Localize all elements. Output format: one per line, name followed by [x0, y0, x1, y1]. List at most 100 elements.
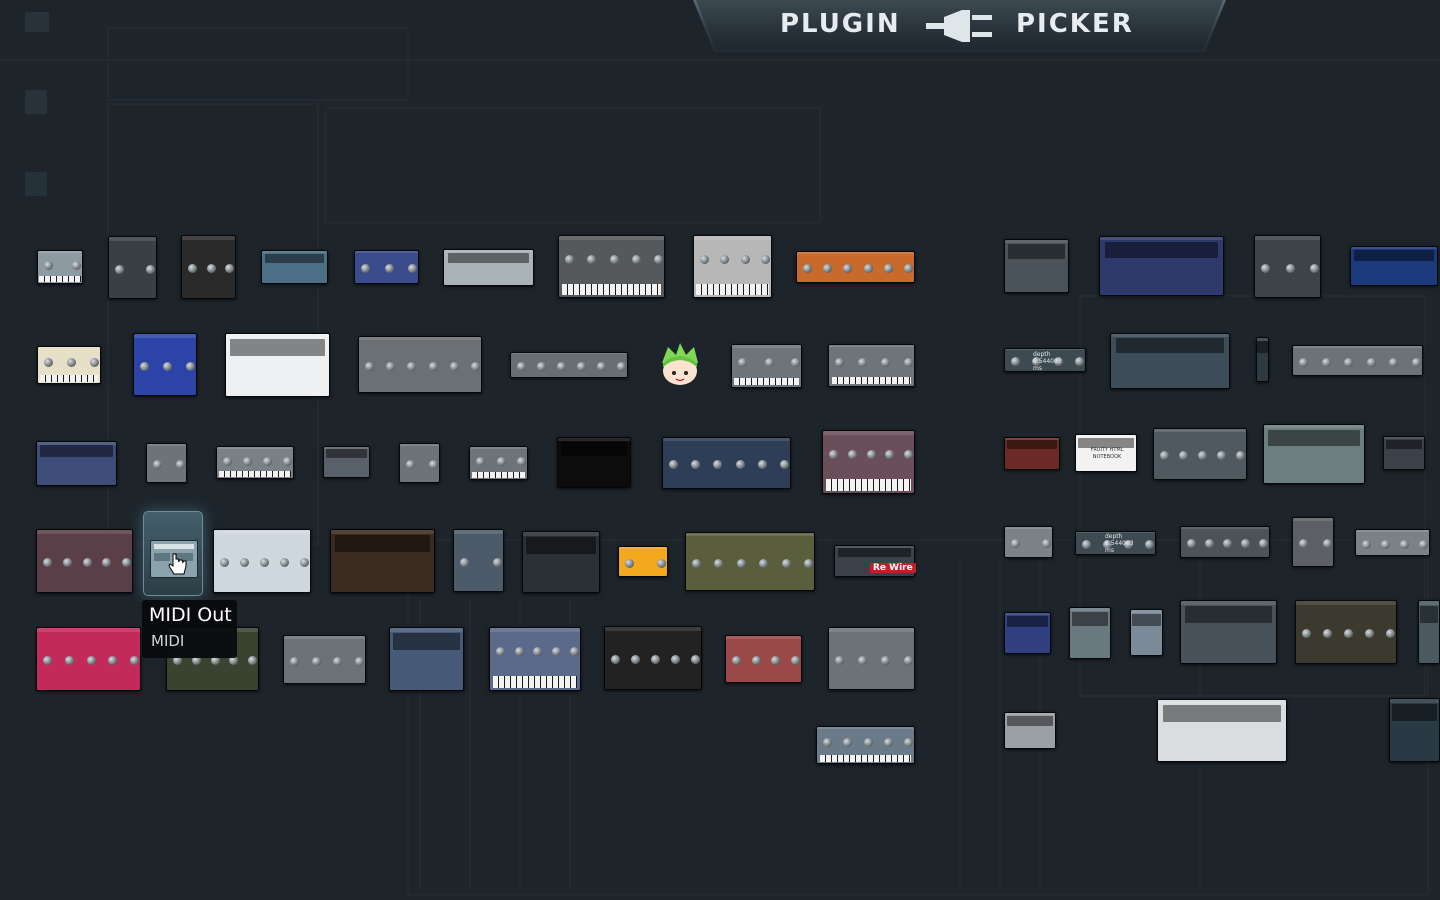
plugin-thumbnail[interactable]: [225, 333, 330, 397]
thumbnail-title-bar: [390, 628, 463, 632]
thumbnail-display: [526, 536, 596, 554]
plugin-thumbnail[interactable]: [108, 236, 157, 299]
knob-icon: [736, 558, 746, 568]
knob-icon: [1366, 357, 1376, 367]
knob-icon: [700, 254, 709, 264]
plugin-thumbnail[interactable]: [1383, 436, 1425, 470]
plugin-thumbnail[interactable]: [36, 441, 117, 486]
plugin-thumbnail[interactable]: [1295, 600, 1397, 664]
plugin-thumbnail[interactable]: [146, 443, 187, 483]
thumbnail-display: [1419, 605, 1439, 624]
plugin-thumbnail[interactable]: [1110, 333, 1230, 389]
plugin-thumbnail[interactable]: [693, 235, 772, 298]
plugin-thumbnail[interactable]: [1153, 428, 1247, 480]
plugin-thumbnail[interactable]: [828, 344, 915, 387]
plugin-thumbnail[interactable]: [1157, 699, 1287, 762]
thumbnail-title-bar: [559, 236, 664, 240]
plugin-thumbnail[interactable]: [283, 635, 366, 684]
knob-icon: [220, 558, 229, 567]
plugin-thumbnail[interactable]: [1263, 424, 1365, 484]
plugin-thumbnail[interactable]: [1292, 345, 1423, 376]
plugin-thumbnail[interactable]: [685, 532, 815, 591]
plugin-thumbnail[interactable]: [36, 529, 133, 593]
plugin-thumbnail[interactable]: [662, 437, 791, 489]
plugin-thumbnail[interactable]: [510, 352, 628, 378]
plugin-thumbnail[interactable]: [261, 250, 328, 284]
plugin-thumbnail[interactable]: [1004, 526, 1053, 558]
plugin-thumbnail[interactable]: [37, 250, 83, 284]
knob-icon: [140, 361, 149, 371]
plugin-thumbnail[interactable]: [181, 235, 236, 299]
plugin-thumbnail[interactable]: [133, 333, 197, 396]
plugin-thumbnail[interactable]: [828, 627, 915, 690]
plugin-thumbnail[interactable]: [213, 529, 311, 593]
thumbnail-title-bar: [262, 251, 327, 253]
knob-icon: [671, 655, 680, 664]
knob-icon: [407, 361, 417, 371]
depth-value-2: 6.544003: [1105, 540, 1134, 547]
plugin-thumbnail[interactable]: [216, 446, 294, 479]
knob-icon: [738, 358, 747, 368]
knob-icon: [631, 254, 641, 264]
plugin-thumbnail[interactable]: [389, 627, 464, 691]
plugin-thumbnail[interactable]: [469, 446, 528, 480]
knob-icon: [1400, 539, 1409, 549]
plugin-thumbnail[interactable]: [558, 235, 665, 298]
plugin-thumbnail[interactable]: [1254, 235, 1321, 298]
piano-keys: [39, 375, 99, 382]
knob-icon: [843, 738, 853, 748]
knob-icon: [386, 361, 396, 371]
knob-icon: [1323, 629, 1332, 638]
plugin-thumbnail[interactable]: [443, 249, 534, 286]
plugin-thumbnail[interactable]: [37, 346, 101, 384]
plugin-thumbnail[interactable]: [796, 251, 915, 283]
plugin-thumbnail[interactable]: [354, 250, 419, 284]
plugin-thumbnail[interactable]: [1292, 517, 1334, 567]
knob-icon: [1187, 539, 1196, 548]
knob-icon: [858, 357, 867, 367]
plugin-thumbnail[interactable]: [731, 344, 802, 388]
plugin-thumbnail[interactable]: [1004, 712, 1056, 749]
knob-icon: [130, 656, 139, 665]
plugin-thumbnail[interactable]: [618, 546, 668, 577]
plugin-thumbnail[interactable]: [1099, 236, 1224, 296]
plugin-thumbnail[interactable]: [1180, 600, 1277, 664]
plugin-thumbnail[interactable]: [358, 336, 482, 393]
thumbnail-title-bar: [284, 636, 365, 639]
knob-icon: [858, 655, 867, 665]
plugin-thumbnail[interactable]: [1418, 600, 1440, 664]
header-title-left: PLUGIN: [780, 9, 901, 39]
plugin-thumbnail[interactable]: [725, 635, 802, 683]
knob-icon: [225, 264, 234, 273]
plugin-thumbnail[interactable]: [816, 726, 915, 764]
knob-icon: [72, 261, 81, 271]
plugin-thumbnail[interactable]: [522, 531, 600, 593]
plugin-thumbnail[interactable]: [1004, 437, 1060, 470]
plugin-thumbnail[interactable]: [1256, 337, 1269, 382]
plugin-thumbnail[interactable]: [1180, 526, 1270, 558]
plugin-thumbnail[interactable]: [1350, 246, 1438, 286]
plugin-thumbnail[interactable]: [822, 430, 915, 494]
plugin-thumbnail[interactable]: [399, 443, 440, 483]
knob-icon: [881, 357, 890, 367]
plugin-thumbnail[interactable]: [1004, 239, 1069, 293]
knob-icon: [248, 656, 257, 665]
plugin-thumbnail[interactable]: [330, 529, 435, 593]
plugin-thumbnail[interactable]: [604, 626, 702, 690]
fruity-mascot-plugin[interactable]: [654, 341, 706, 389]
knob-icon: [803, 264, 812, 273]
knob-icon: [108, 656, 118, 665]
plugin-thumbnail[interactable]: [323, 446, 370, 478]
plugin-thumbnail[interactable]: [1130, 609, 1163, 656]
knob-icon: [863, 738, 873, 748]
plugin-thumbnail[interactable]: [1389, 698, 1440, 762]
plugin-thumbnail[interactable]: [1004, 612, 1051, 654]
knob-icon: [829, 450, 838, 460]
plugin-thumbnail[interactable]: [489, 627, 581, 691]
plugin-thumbnail[interactable]: [1069, 607, 1111, 659]
plugin-thumbnail[interactable]: [557, 437, 631, 488]
thumbnail-title-bar: [1005, 713, 1055, 716]
plugin-thumbnail[interactable]: [36, 627, 141, 691]
plugin-thumbnail[interactable]: [453, 529, 504, 592]
plugin-thumbnail[interactable]: [1355, 529, 1430, 556]
